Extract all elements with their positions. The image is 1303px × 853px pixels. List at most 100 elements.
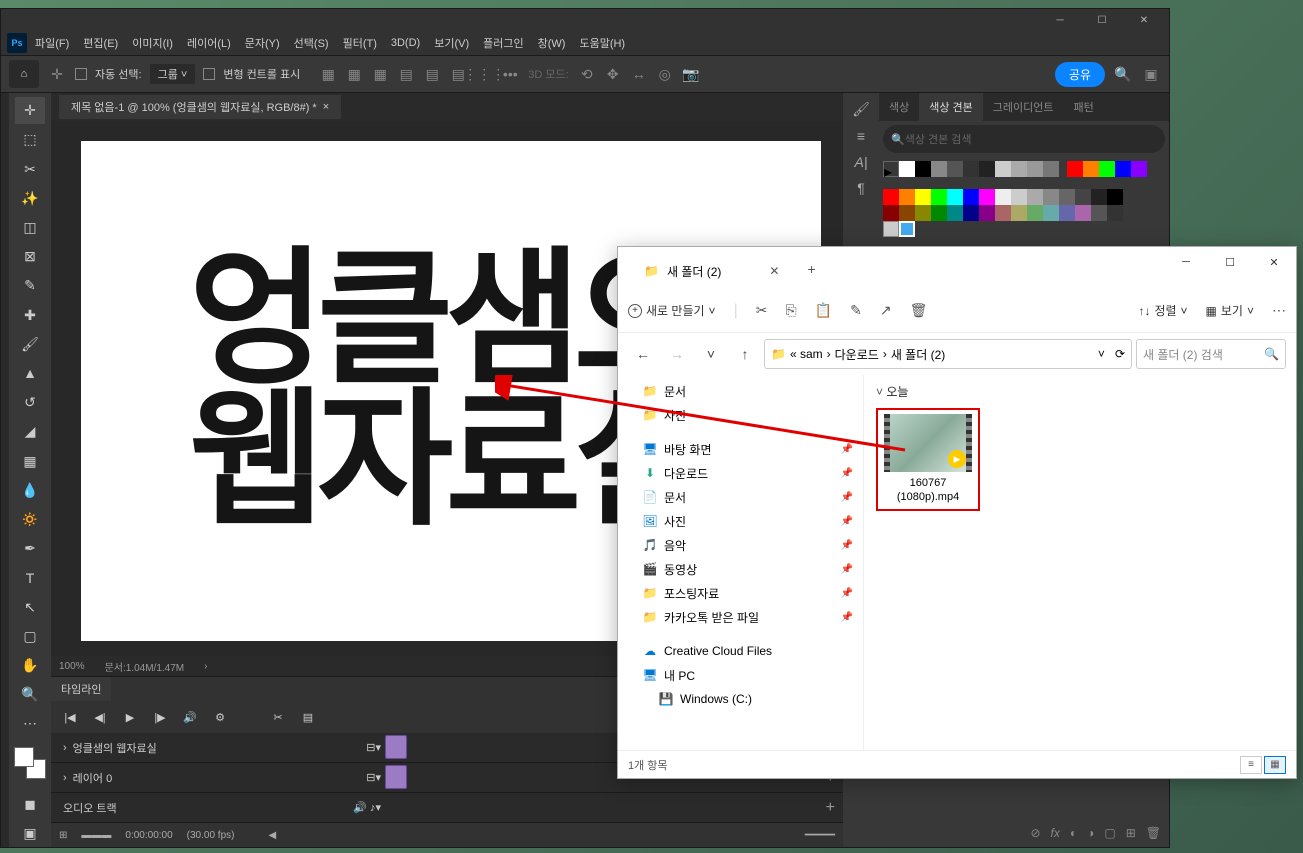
tl-audio[interactable]: 🔊 — [179, 706, 201, 728]
tl-first-frame[interactable]: |◀ — [59, 706, 81, 728]
move-tool[interactable]: ✛ — [15, 97, 45, 124]
swatch[interactable] — [931, 189, 947, 205]
menu-edit[interactable]: 편집(E) — [77, 32, 124, 54]
swatch[interactable] — [979, 161, 995, 177]
swatch[interactable] — [995, 161, 1011, 177]
swatch[interactable] — [1099, 161, 1115, 177]
swatch[interactable] — [995, 189, 1011, 205]
timeline-audio-track[interactable]: 오디오 트랙🔊 ♪▾ + — [51, 793, 843, 823]
swatch[interactable] — [947, 189, 963, 205]
menu-file[interactable]: 파일(F) — [29, 32, 75, 54]
view-button[interactable]: ▦ 보기 ˅ — [1206, 302, 1254, 319]
explorer-close[interactable]: ✕ — [1252, 247, 1296, 277]
3d-pan-icon[interactable]: ✥ — [603, 64, 623, 84]
screen-mode-tool[interactable]: ▣ — [15, 820, 45, 847]
nav-item[interactable]: 🖼사진📌 — [618, 509, 863, 533]
nav-up[interactable]: ↑ — [730, 339, 760, 369]
dodge-tool[interactable]: 🔅 — [15, 506, 45, 533]
share-button[interactable]: ↗ — [880, 302, 892, 319]
explorer-minimize[interactable]: ─ — [1164, 247, 1208, 277]
delete-button[interactable]: 🗑 — [910, 302, 928, 319]
ps-minimize-button[interactable]: ─ — [1039, 9, 1081, 31]
color-wells[interactable] — [14, 747, 46, 778]
path-tool[interactable]: ↖ — [15, 593, 45, 620]
swatch[interactable] — [883, 221, 899, 237]
sort-button[interactable]: ↑↓ 정렬 ˅ — [1138, 302, 1187, 319]
copy-button[interactable]: ⎘ — [785, 302, 796, 319]
nav-item[interactable]: 🖥바탕 화면📌 — [618, 437, 863, 461]
menu-filter[interactable]: 필터(T) — [337, 32, 383, 54]
eyedropper-tool[interactable]: ✎ — [15, 272, 45, 299]
nav-item[interactable]: 📁카카오톡 받은 파일📌 — [618, 605, 863, 629]
more-align-icon[interactable]: ••• — [500, 64, 520, 84]
3d-camera-icon[interactable]: 📷 — [681, 64, 701, 84]
eraser-tool[interactable]: ◢ — [15, 418, 45, 445]
swatch[interactable] — [1091, 205, 1107, 221]
timeline-clip[interactable] — [385, 735, 407, 759]
link-layers-icon[interactable]: ⊘ — [1030, 826, 1040, 840]
nav-item[interactable]: ☁Creative Cloud Files — [618, 639, 863, 663]
swatch[interactable] — [979, 205, 995, 221]
nav-recent[interactable]: ˅ — [696, 339, 726, 369]
menu-image[interactable]: 이미지(I) — [126, 32, 179, 54]
paste-button[interactable]: 📋 — [815, 302, 832, 319]
3d-slide-icon[interactable]: ↔ — [629, 64, 649, 84]
breadcrumb[interactable]: 📁 « sam › 다운로드 › 새 폴더 (2) ˅ ⟳ — [764, 339, 1132, 369]
tl-transition[interactable]: ▤ — [297, 706, 319, 728]
distribute-icon[interactable]: ⋮⋮⋮ — [474, 64, 494, 84]
nav-item[interactable]: 💾Windows (C:) — [618, 687, 863, 711]
swatch[interactable] — [899, 161, 915, 177]
type-tool[interactable]: T — [15, 564, 45, 591]
file-item[interactable]: ▶ 160767(1080p).mp4 — [876, 408, 980, 511]
swatch[interactable] — [1043, 161, 1059, 177]
swatch[interactable] — [1067, 161, 1083, 177]
swatch[interactable] — [1075, 189, 1091, 205]
rename-button[interactable]: ✎ — [850, 302, 862, 319]
marquee-tool[interactable]: ⬚ — [15, 126, 45, 153]
zoom-tool[interactable]: 🔍 — [15, 681, 45, 708]
nav-item[interactable]: 📁포스팅자료📌 — [618, 581, 863, 605]
swatch[interactable] — [1059, 189, 1075, 205]
nav-item[interactable]: 🖥내 PC — [618, 663, 863, 687]
new-tab-button[interactable]: + — [807, 261, 815, 277]
swatch[interactable] — [995, 205, 1011, 221]
swatch[interactable] — [1115, 161, 1131, 177]
swatch-folder[interactable]: ▸ — [883, 161, 899, 177]
mask-icon[interactable]: ◐ — [1070, 826, 1077, 840]
swatch[interactable] — [963, 189, 979, 205]
lasso-tool[interactable]: ✂ — [15, 155, 45, 182]
brush-tool[interactable]: 🖌 — [15, 331, 45, 358]
swatch-selected[interactable] — [899, 221, 915, 237]
tl-prev-frame[interactable]: ◀| — [89, 706, 111, 728]
swatch[interactable] — [1107, 189, 1123, 205]
swatch[interactable] — [1131, 161, 1147, 177]
document-tab[interactable]: 제목 없음-1 @ 100% (엉클샘의 웹자료실, RGB/8#) * × — [59, 95, 341, 119]
home-button[interactable]: ⌂ — [9, 60, 39, 88]
swatch[interactable] — [1043, 205, 1059, 221]
align-right-icon[interactable]: ▦ — [370, 64, 390, 84]
menu-window[interactable]: 창(W) — [532, 32, 572, 54]
swatch[interactable] — [947, 161, 963, 177]
menu-plugins[interactable]: 플러그인 — [477, 32, 529, 54]
blur-tool[interactable]: 💧 — [15, 477, 45, 504]
crop-tool[interactable]: ◫ — [15, 214, 45, 241]
new-layer-icon[interactable]: ⊞ — [1126, 826, 1136, 840]
align-top-icon[interactable]: ▤ — [396, 64, 416, 84]
shape-tool[interactable]: ▢ — [15, 623, 45, 650]
more-options[interactable]: ⋯ — [1272, 302, 1286, 319]
swatch[interactable] — [915, 161, 931, 177]
swatch[interactable] — [1083, 161, 1099, 177]
tl-play[interactable]: ▶ — [119, 706, 141, 728]
swatch[interactable] — [1059, 205, 1075, 221]
swatch[interactable] — [979, 189, 995, 205]
ps-close-button[interactable]: ✕ — [1123, 9, 1165, 31]
swatch[interactable] — [1011, 189, 1027, 205]
panel-tab-patterns[interactable]: 패턴 — [1064, 93, 1104, 121]
align-center-icon[interactable]: ▦ — [344, 64, 364, 84]
brush-panel-icon[interactable]: 🖌 — [852, 101, 870, 118]
swatch-search[interactable]: 🔍 색상 견본 검색 — [883, 125, 1165, 153]
cut-button[interactable]: ✂ — [756, 302, 768, 319]
foreground-color[interactable] — [14, 747, 34, 767]
auto-select-dropdown[interactable]: 그룹 ˅ — [150, 64, 196, 84]
delete-icon[interactable]: 🗑 — [1146, 826, 1161, 840]
